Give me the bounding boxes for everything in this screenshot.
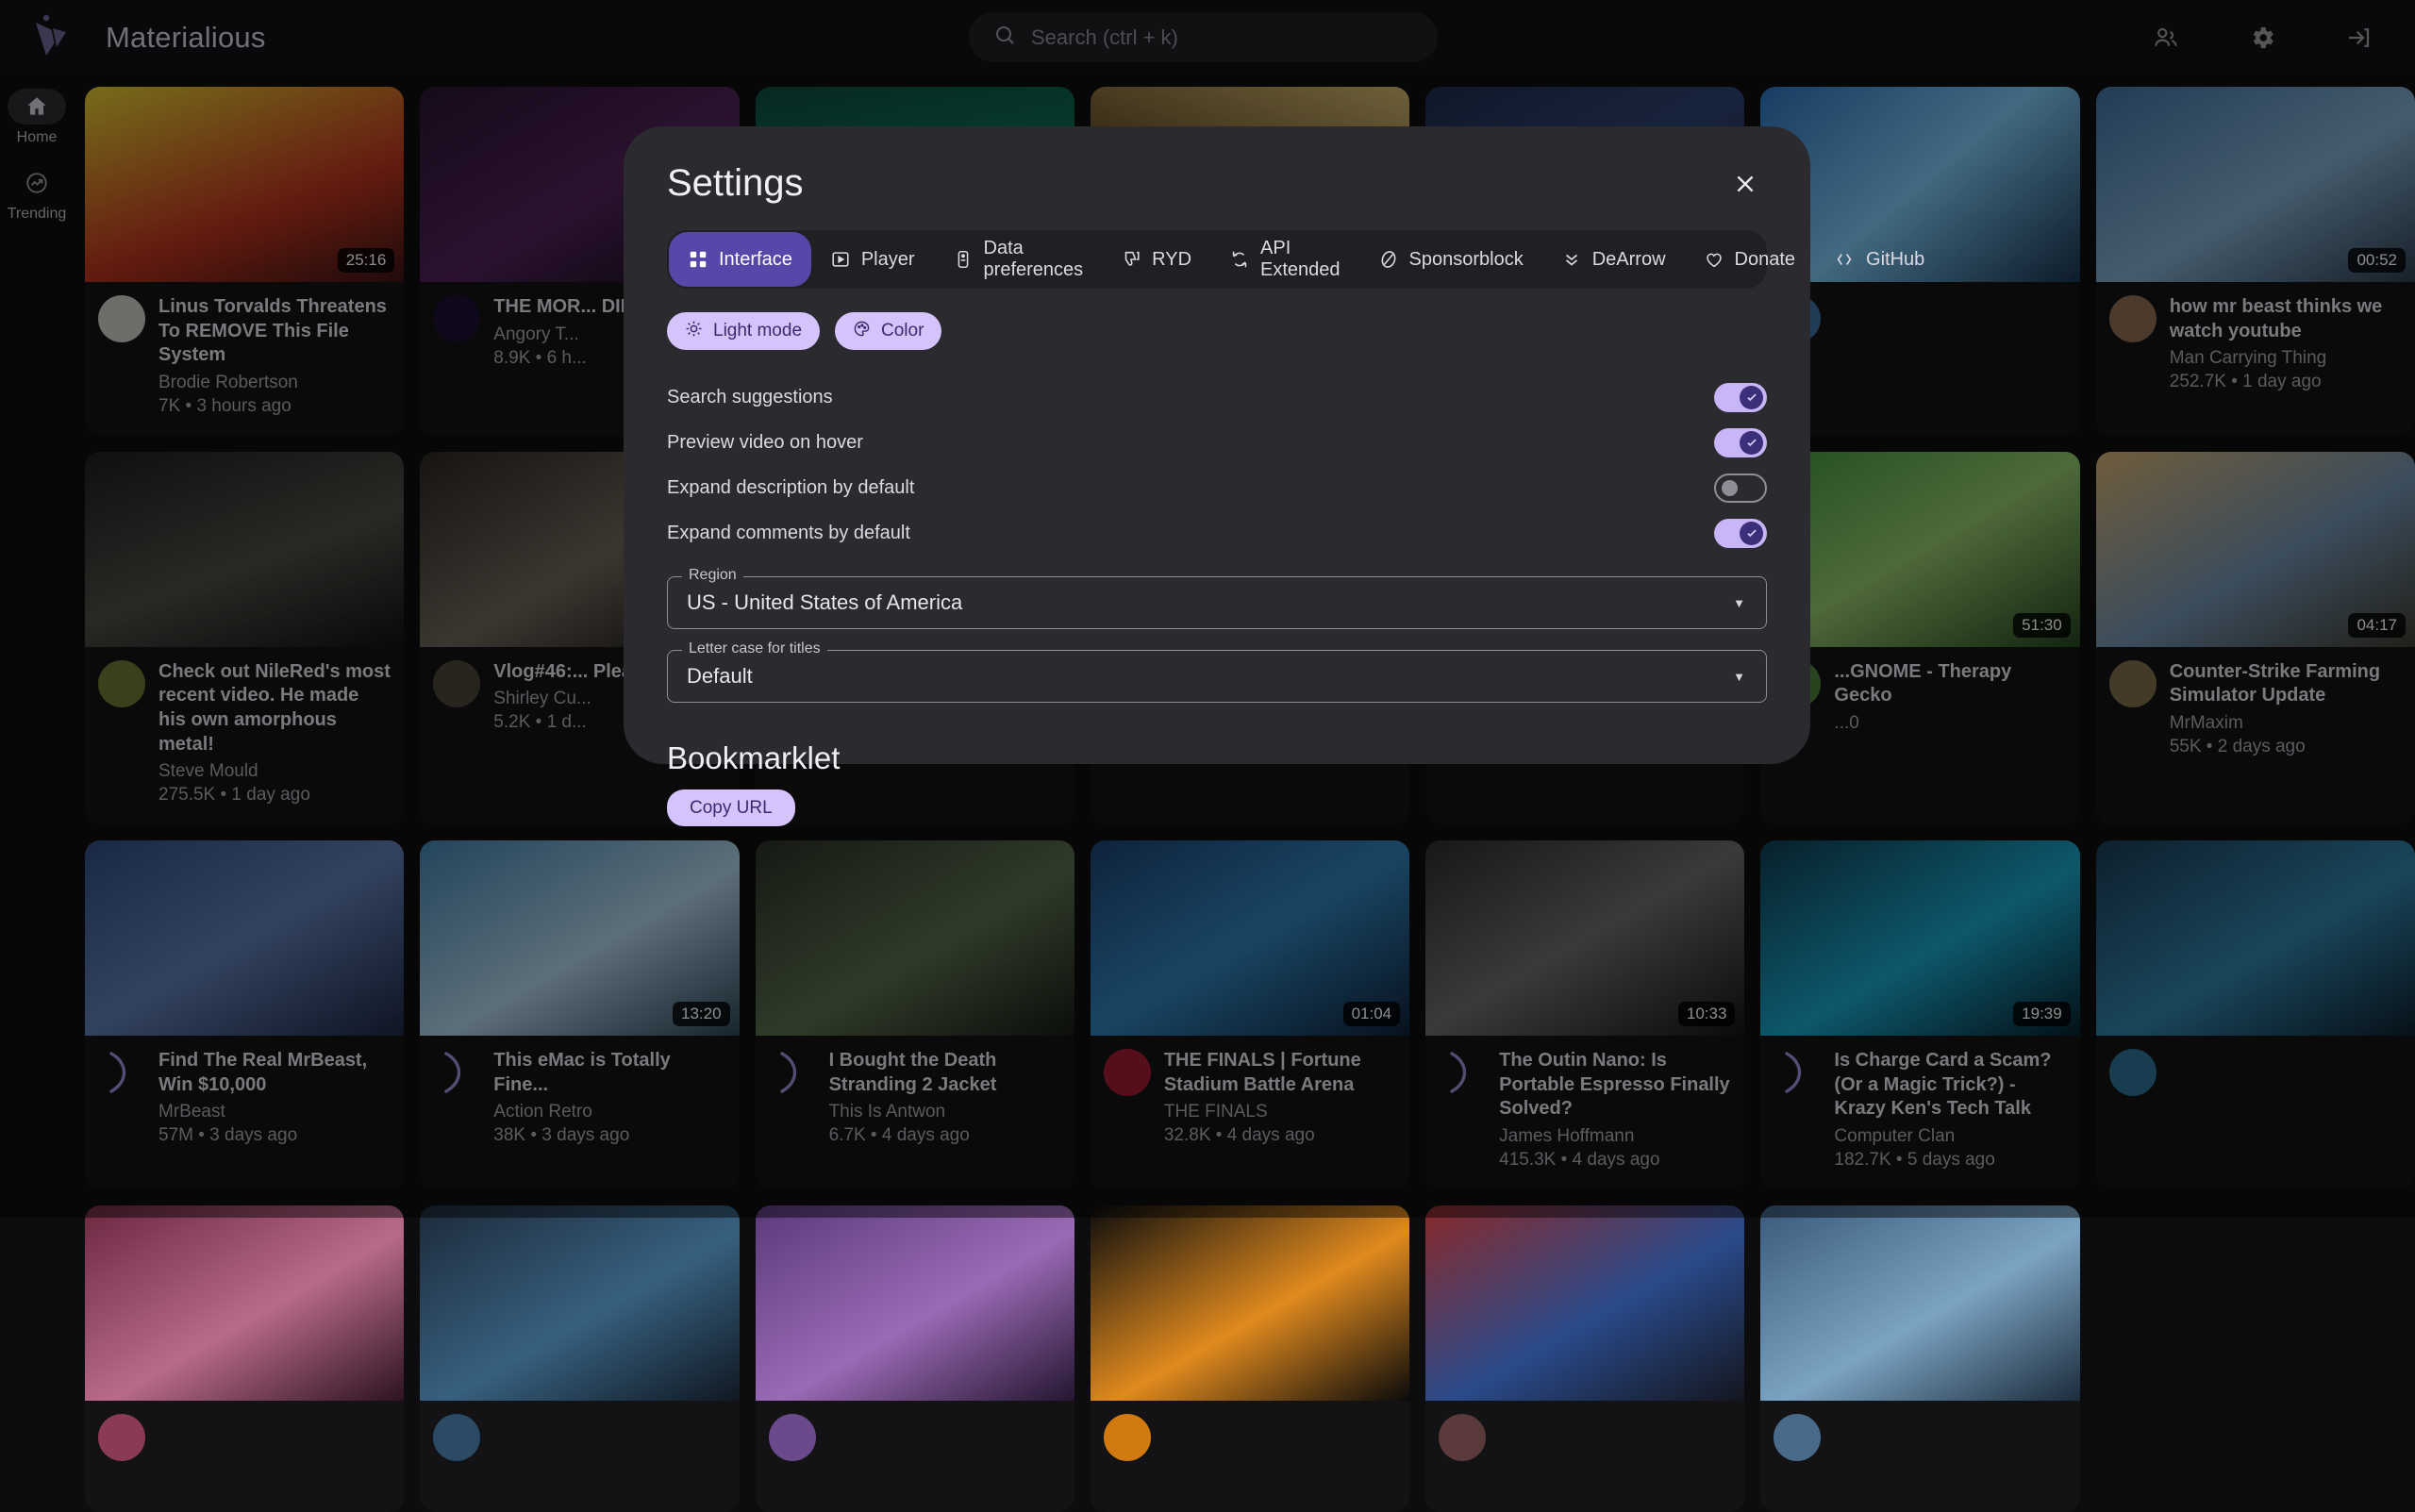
video-card[interactable] bbox=[420, 1205, 739, 1512]
palette-icon bbox=[853, 320, 871, 343]
region-select[interactable]: Region US - United States of America ▼ bbox=[667, 576, 1767, 629]
video-card[interactable] bbox=[756, 1205, 1074, 1512]
region-value: US - United States of America bbox=[687, 590, 962, 615]
color-button[interactable]: Color bbox=[835, 312, 941, 350]
region-legend: Region bbox=[682, 567, 743, 584]
video-card[interactable] bbox=[85, 1205, 404, 1512]
color-label: Color bbox=[881, 321, 924, 341]
block-icon bbox=[1378, 249, 1399, 270]
video-thumbnail[interactable] bbox=[1760, 1205, 2079, 1401]
thumb-down-icon bbox=[1121, 249, 1141, 270]
letter-case-select[interactable]: Letter case for titles Default ▼ bbox=[667, 650, 1767, 703]
play-box-icon bbox=[830, 249, 851, 270]
light-mode-button[interactable]: Light mode bbox=[667, 312, 820, 350]
tab-label: DeArrow bbox=[1592, 250, 1666, 270]
toggle-expand-description-by-default[interactable] bbox=[1714, 474, 1767, 503]
check-icon bbox=[1740, 522, 1763, 545]
letter-case-legend: Letter case for titles bbox=[682, 640, 827, 657]
code-brackets-icon bbox=[1833, 249, 1856, 270]
video-thumbnail[interactable] bbox=[1425, 1205, 1744, 1401]
bookmarklet-title: Bookmarklet bbox=[667, 740, 1767, 776]
tab-label: GitHub bbox=[1866, 250, 1924, 270]
toggle-preview-video-on-hover[interactable] bbox=[1714, 428, 1767, 457]
grid-icon bbox=[688, 249, 708, 270]
settings-tabs: Interface Player Data preferences RYD API Ex… bbox=[667, 230, 1767, 289]
preference-row: Search suggestions bbox=[667, 374, 1767, 420]
chevron-down-icon: ▼ bbox=[1733, 670, 1745, 684]
video-meta bbox=[1091, 1401, 1409, 1512]
video-meta bbox=[1425, 1401, 1744, 1512]
tab-label: Player bbox=[861, 250, 915, 270]
video-meta bbox=[420, 1401, 739, 1512]
video-thumbnail[interactable] bbox=[85, 1205, 404, 1401]
tab-github[interactable]: GitHub bbox=[1814, 232, 1943, 287]
video-meta bbox=[1760, 1401, 2079, 1512]
sun-icon bbox=[685, 320, 703, 343]
avatar[interactable] bbox=[1439, 1414, 1486, 1461]
preference-label: Preview video on hover bbox=[667, 432, 863, 454]
preference-label: Expand description by default bbox=[667, 477, 914, 499]
preference-row: Expand comments by default bbox=[667, 510, 1767, 556]
tab-label: Data preferences bbox=[984, 238, 1084, 281]
preference-row: Expand description by default bbox=[667, 465, 1767, 510]
avatar[interactable] bbox=[98, 1414, 145, 1461]
video-meta bbox=[85, 1401, 404, 1512]
tab-label: Sponsorblock bbox=[1409, 250, 1524, 270]
tab-player[interactable]: Player bbox=[811, 232, 934, 287]
chevron-down-icon: ▼ bbox=[1733, 596, 1745, 610]
toggle-expand-comments-by-default[interactable] bbox=[1714, 519, 1767, 548]
preference-label: Expand comments by default bbox=[667, 523, 910, 544]
video-card[interactable] bbox=[1091, 1205, 1409, 1512]
light-mode-label: Light mode bbox=[713, 321, 802, 341]
tab-dearrow[interactable]: DeArrow bbox=[1542, 232, 1685, 287]
double-chevron-down-icon bbox=[1561, 249, 1582, 270]
heart-icon bbox=[1704, 249, 1724, 270]
video-thumbnail[interactable] bbox=[756, 1205, 1074, 1401]
tab-label: Donate bbox=[1735, 250, 1796, 270]
avatar[interactable] bbox=[1774, 1414, 1821, 1461]
tab-ryd[interactable]: RYD bbox=[1102, 232, 1210, 287]
toggle-knob bbox=[1722, 480, 1738, 496]
tab-label: RYD bbox=[1152, 250, 1191, 270]
tab-data-preferences[interactable]: Data preferences bbox=[934, 232, 1103, 287]
tab-api-extended[interactable]: API Extended bbox=[1210, 232, 1359, 287]
preference-label: Search suggestions bbox=[667, 387, 833, 408]
tab-label: API Extended bbox=[1260, 238, 1341, 281]
avatar[interactable] bbox=[1104, 1414, 1151, 1461]
sync-icon bbox=[1229, 249, 1250, 270]
tab-interface[interactable]: Interface bbox=[669, 232, 811, 287]
tab-sponsorblock[interactable]: Sponsorblock bbox=[1359, 232, 1542, 287]
close-icon[interactable] bbox=[1724, 162, 1767, 206]
database-icon bbox=[953, 249, 974, 270]
video-thumbnail[interactable] bbox=[420, 1205, 739, 1401]
check-icon bbox=[1740, 386, 1763, 409]
video-thumbnail[interactable] bbox=[1091, 1205, 1409, 1401]
tab-donate[interactable]: Donate bbox=[1685, 232, 1815, 287]
video-card[interactable] bbox=[1760, 1205, 2079, 1512]
toggle-search-suggestions[interactable] bbox=[1714, 383, 1767, 412]
preference-row: Preview video on hover bbox=[667, 420, 1767, 465]
appearance-chips: Light mode Color bbox=[667, 312, 1767, 350]
letter-case-value: Default bbox=[687, 664, 753, 689]
dialog-title: Settings bbox=[667, 162, 804, 205]
avatar[interactable] bbox=[433, 1414, 480, 1461]
check-icon bbox=[1740, 431, 1763, 455]
preference-toggles: Search suggestions Preview video on hover… bbox=[667, 374, 1767, 556]
settings-dialog: Settings Interface Player Data preferences… bbox=[624, 126, 1810, 764]
copy-url-button[interactable]: Copy URL bbox=[667, 789, 795, 826]
video-meta bbox=[756, 1401, 1074, 1512]
tab-label: Interface bbox=[719, 250, 792, 270]
video-card[interactable] bbox=[1425, 1205, 1744, 1512]
dialog-header: Settings bbox=[667, 162, 1767, 206]
avatar[interactable] bbox=[769, 1414, 816, 1461]
